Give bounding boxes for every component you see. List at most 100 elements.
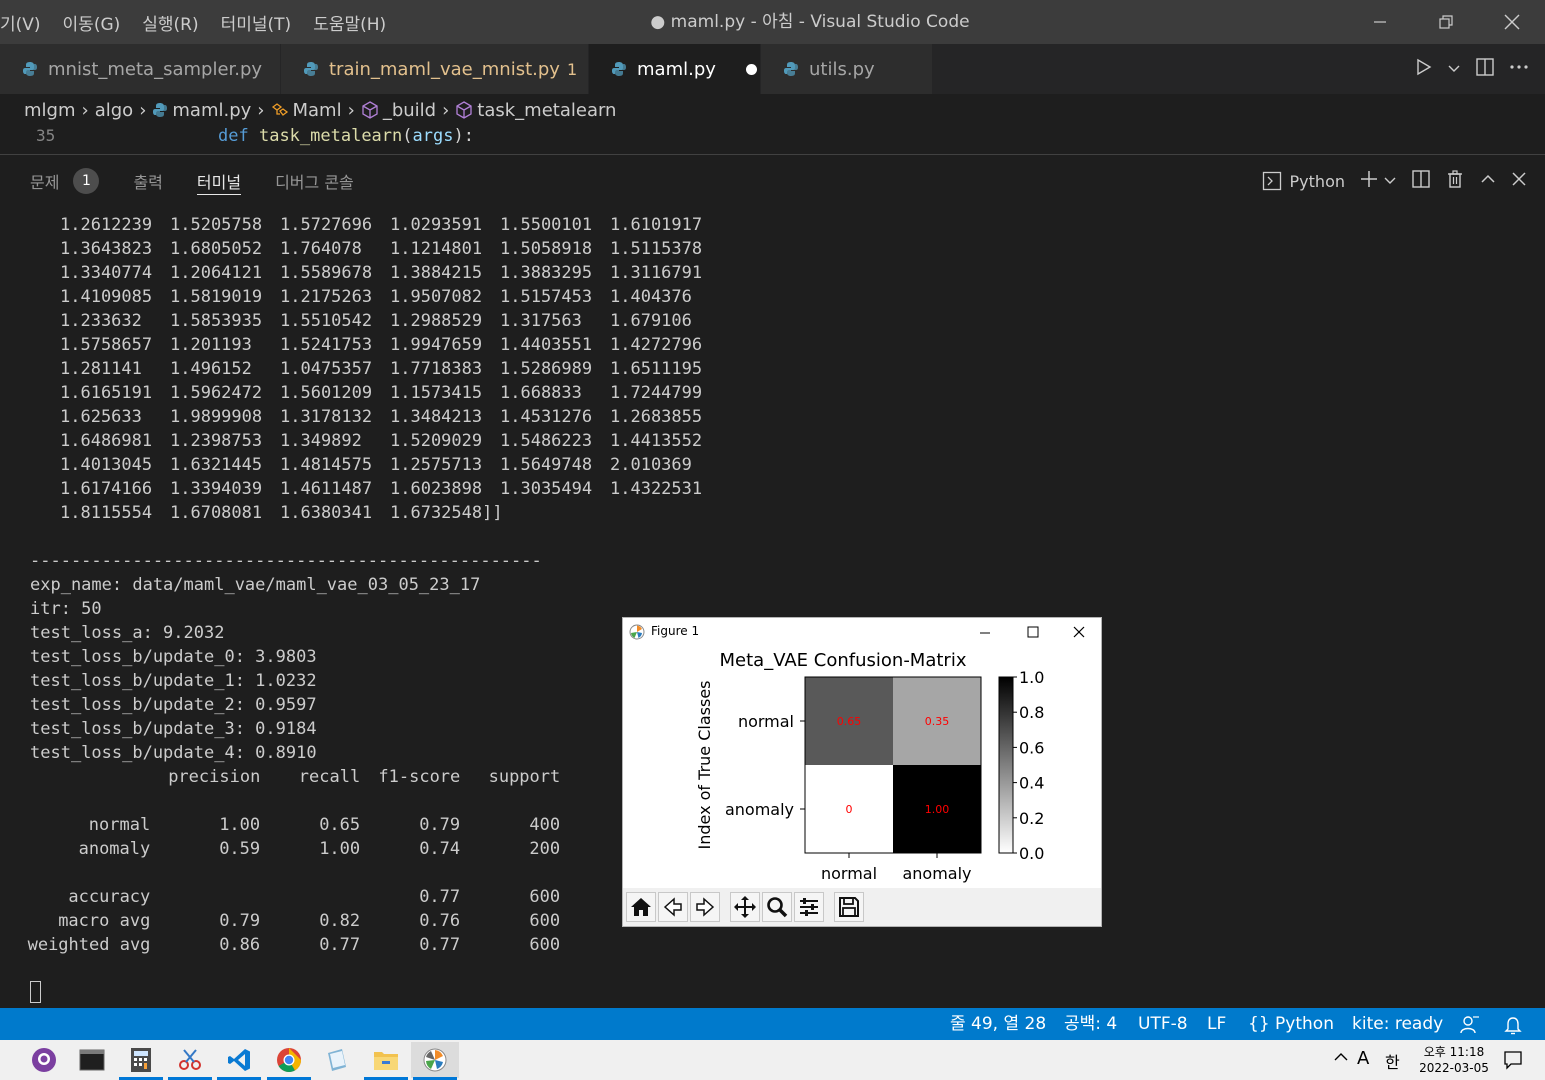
restore-icon: [1439, 15, 1453, 29]
report-row-label: normal: [88, 815, 151, 835]
report-header: f1-score: [378, 767, 461, 787]
ime-language-indicator[interactable]: A: [1357, 1048, 1369, 1069]
report-value: 0.59: [219, 839, 261, 859]
figure-minimize-button[interactable]: [975, 622, 995, 646]
feedback-button[interactable]: [1460, 1014, 1480, 1034]
figure-title-bar[interactable]: Figure 1: [623, 618, 1101, 646]
minimize-button[interactable]: [1347, 0, 1413, 44]
terminal-dropdown-button[interactable]: [1383, 172, 1397, 191]
taskbar-file-explorer[interactable]: [362, 1042, 410, 1080]
status-indentation[interactable]: 공백: 4: [1064, 1008, 1117, 1040]
status-cursor-position[interactable]: 줄 49, 열 28: [950, 1008, 1046, 1040]
matrix-value: 1.496152: [170, 359, 252, 379]
breadcrumb-item-mlgm[interactable]: mlgm: [24, 100, 76, 121]
matrix-value: 1.2575713: [390, 455, 483, 475]
breadcrumb-item-file[interactable]: maml.py: [152, 100, 251, 121]
restore-button[interactable]: [1413, 0, 1479, 44]
taskbar-calculator[interactable]: [117, 1042, 165, 1080]
tab-mnist-meta-sampler[interactable]: mnist_meta_sampler.py: [0, 44, 281, 94]
close-window-button[interactable]: [1479, 0, 1545, 44]
figure-canvas[interactable]: Meta_VAE Confusion-Matrix Index of True C…: [623, 646, 1101, 888]
status-eol[interactable]: LF: [1207, 1008, 1226, 1040]
method-symbol-icon: [362, 101, 378, 119]
status-bar: 줄 49, 열 28 공백: 4 UTF-8 LF {} Python kite…: [0, 1008, 1545, 1040]
matrix-value: 1.6023898: [390, 479, 483, 499]
status-kite[interactable]: kite: ready: [1352, 1008, 1443, 1040]
breadcrumb-item-algo[interactable]: algo: [95, 100, 133, 121]
taskbar-github-desktop[interactable]: [20, 1042, 68, 1078]
breadcrumb-item-class[interactable]: Maml: [271, 100, 342, 121]
menu-terminal[interactable]: 터미널(T): [221, 10, 292, 35]
matrix-value: 1.3178132: [280, 407, 373, 427]
breadcrumb-item-method-build[interactable]: _build: [361, 100, 436, 121]
split-terminal-button[interactable]: [1411, 169, 1431, 193]
code-editor[interactable]: 35 def task_metalearn(args):: [0, 126, 1545, 154]
breadcrumb-item-method-task[interactable]: task_metalearn: [455, 100, 616, 121]
menu-view[interactable]: 기(V): [0, 10, 41, 35]
tab-maml[interactable]: maml.py: [589, 44, 761, 94]
figure-maximize-button[interactable]: [1023, 622, 1043, 646]
pan-button[interactable]: [730, 892, 760, 922]
run-button[interactable]: [1413, 57, 1433, 81]
matrix-value: 1.4013045: [60, 455, 153, 475]
show-hidden-icons-button[interactable]: [1333, 1049, 1349, 1069]
new-terminal-button[interactable]: [1359, 169, 1379, 193]
tab-utils[interactable]: utils.py: [761, 44, 933, 94]
tab-terminal[interactable]: 터미널: [196, 155, 242, 207]
folder-icon: [374, 1052, 398, 1070]
code-line: def task_metalearn(args):: [218, 126, 474, 146]
bell-icon: [1504, 1017, 1522, 1035]
console-icon: [79, 1049, 105, 1071]
figure-close-button[interactable]: [1069, 622, 1089, 646]
unsaved-dot-icon[interactable]: [745, 63, 757, 75]
status-encoding[interactable]: UTF-8: [1138, 1008, 1188, 1040]
matrix-value: 1.7718383: [390, 359, 483, 379]
split-editor-button[interactable]: [1475, 57, 1495, 81]
kill-terminal-button[interactable]: [1445, 169, 1465, 193]
tab-debug-console[interactable]: 디버그 콘솔: [275, 155, 354, 207]
maximize-panel-button[interactable]: [1479, 170, 1497, 192]
status-language[interactable]: {} Python: [1248, 1008, 1334, 1040]
home-button[interactable]: [626, 892, 656, 922]
tab-problems[interactable]: 문제 1: [30, 155, 100, 207]
trash-icon: [1448, 170, 1462, 188]
taskbar-matplotlib-figure[interactable]: [411, 1042, 459, 1080]
matrix-value: 1.4413552: [610, 431, 703, 451]
forward-button[interactable]: [690, 892, 720, 922]
back-button[interactable]: [658, 892, 688, 922]
tab-output[interactable]: 출력: [133, 155, 162, 207]
ime-mode-indicator[interactable]: 한: [1385, 1049, 1400, 1073]
matrix-value: 1.3035494: [500, 479, 593, 499]
notifications-button[interactable]: [1503, 1014, 1523, 1035]
report-value: 0.76: [419, 911, 461, 931]
run-dropdown-button[interactable]: [1447, 60, 1461, 79]
matrix-value: 1.2612239: [60, 215, 153, 235]
terminal-cursor: [30, 981, 41, 1003]
terminal-selector[interactable]: Python: [1262, 171, 1345, 191]
configure-subplots-button[interactable]: [794, 892, 824, 922]
matrix-value: 1.3116791: [610, 263, 703, 283]
menu-help[interactable]: 도움말(H): [313, 10, 386, 35]
matrix-value: 1.5058918: [500, 239, 593, 259]
save-figure-button[interactable]: [834, 892, 864, 922]
report-value: 600: [529, 935, 561, 955]
taskbar-clock-time[interactable]: 오후 11:18: [1419, 1043, 1489, 1060]
menu-go[interactable]: 이동(G): [63, 10, 121, 35]
code-paren-open: (: [402, 126, 413, 146]
taskbar-vscode[interactable]: [215, 1042, 263, 1080]
taskbar-chrome[interactable]: [265, 1042, 313, 1080]
menu-run[interactable]: 실행(R): [142, 10, 198, 35]
tab-train-maml-vae-mnist[interactable]: train_maml_vae_mnist.py 1: [281, 44, 589, 94]
more-actions-button[interactable]: [1509, 57, 1529, 81]
taskbar-notes-app[interactable]: [313, 1042, 361, 1078]
figure-window[interactable]: Figure 1 Meta_VAE Confusion-Matrix Index …: [622, 617, 1102, 927]
taskbar-clock-date[interactable]: 2022-03-05: [1419, 1061, 1489, 1075]
taskbar-snipping-tool[interactable]: [166, 1042, 214, 1080]
matrix-value: 1.9947659: [390, 335, 483, 355]
action-center-button[interactable]: [1503, 1050, 1523, 1074]
matrix-value: 1.317563: [500, 311, 582, 331]
close-panel-button[interactable]: [1511, 171, 1527, 191]
zoom-button[interactable]: [762, 892, 792, 922]
matrix-value: 1.4403551: [500, 335, 593, 355]
taskbar-terminal[interactable]: [68, 1042, 116, 1078]
